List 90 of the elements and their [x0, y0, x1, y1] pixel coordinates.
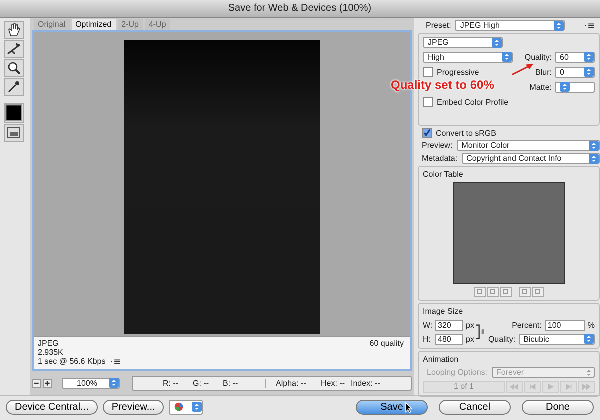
file-size-text: 2.935K: [38, 348, 64, 357]
stepper-icon: [589, 140, 599, 150]
stepper-icon: [584, 67, 594, 77]
blur-field[interactable]: 0: [555, 66, 595, 78]
readout-text: R: --: [163, 378, 180, 388]
playback-icon: [563, 383, 574, 391]
percent-field[interactable]: 100: [544, 320, 585, 330]
resample-select[interactable]: Bicubic: [518, 334, 595, 344]
group-title: Color Table: [423, 170, 464, 179]
dialog-button[interactable]: Done: [522, 400, 594, 414]
table-tool-icon[interactable]: [519, 287, 531, 297]
readout-text: Hex: --: [321, 378, 346, 388]
playback-icon: [509, 383, 520, 391]
group-title: Image Size: [423, 307, 464, 316]
browser-icon: [174, 402, 184, 412]
readout-text: G: --: [193, 378, 210, 388]
looping-label: Looping Options:: [427, 368, 488, 377]
zoom-in-button[interactable]: [43, 378, 52, 388]
preset-select[interactable]: JPEG High: [455, 20, 566, 31]
format-select[interactable]: JPEG: [423, 37, 503, 48]
percent-unit: %: [588, 320, 595, 330]
option-label: Progressive: [437, 68, 480, 76]
table-tool-icon[interactable]: [474, 287, 486, 297]
matte-label: Matte:: [528, 82, 552, 92]
plus-icon: [44, 380, 51, 386]
metadata-select[interactable]: Copyright and Contact Info: [462, 153, 600, 164]
download-time-text: 1 sec @ 56.6 Kbps: [38, 357, 106, 366]
option-label: Convert to sRGB: [436, 128, 496, 138]
height-label: H:: [423, 334, 432, 344]
height-field[interactable]: 480: [435, 334, 463, 344]
resample-label: Quality:: [488, 334, 516, 344]
checkbox[interactable]: [422, 128, 432, 138]
stepper-icon: [589, 154, 599, 164]
readout-text: Alpha: --: [265, 378, 321, 388]
dialog-button[interactable]: Preview...: [102, 400, 164, 414]
group-title: Animation: [423, 355, 460, 364]
zoom-icon[interactable]: [4, 59, 24, 77]
readout-text: Index: --: [351, 378, 381, 388]
quality-label: Quality:: [524, 52, 552, 62]
browser-select[interactable]: [169, 400, 204, 414]
dialog-button[interactable]: Device Central...: [6, 400, 98, 414]
checkbox[interactable]: [423, 67, 433, 77]
zoom-out-button[interactable]: [32, 378, 41, 388]
toggle-slices-icon[interactable]: [4, 124, 24, 142]
preview-select[interactable]: Monitor Color: [456, 140, 600, 151]
unit-label: px: [466, 334, 474, 344]
stepper-icon: [554, 20, 564, 30]
playback-icon: [527, 383, 538, 391]
stepper-icon: [192, 402, 202, 412]
frame-counter: 1 of 1: [423, 381, 505, 393]
blur-label: Blur:: [534, 68, 552, 76]
table-tool-icon[interactable]: [532, 287, 544, 297]
preset-label: Preset:: [426, 21, 452, 30]
table-tool-icon[interactable]: [500, 287, 512, 297]
width-field[interactable]: 320: [435, 320, 463, 330]
slice-select-icon[interactable]: [4, 40, 24, 58]
hand-icon[interactable]: [4, 21, 24, 39]
dialog-button[interactable]: Cancel: [439, 400, 511, 414]
table-tool-icon[interactable]: [487, 287, 499, 297]
width-label: W:: [423, 320, 432, 330]
unit-label: px: [466, 320, 474, 330]
quality-text: 60 quality: [370, 339, 404, 350]
playback-icon: [581, 383, 592, 391]
checkbox[interactable]: [423, 97, 433, 107]
compression-select[interactable]: High: [423, 52, 513, 62]
stepper-icon: [492, 38, 502, 48]
window-title: Save for Web & Devices (100%): [0, 0, 600, 18]
stepper-icon: [502, 52, 512, 62]
format-text: JPEG: [38, 339, 60, 348]
annotation-text: Quality set to 60%: [391, 78, 494, 92]
menu-icon[interactable]: [110, 358, 120, 364]
stepper-icon: [584, 334, 594, 344]
zoom-select[interactable]: 100%: [62, 378, 120, 388]
metadata-label: Metadata:: [422, 154, 458, 163]
quality-field[interactable]: 60: [555, 52, 595, 62]
readout-text: B: --: [223, 378, 240, 388]
cursor-icon: [405, 402, 413, 414]
preview-label: Preview:: [422, 141, 453, 150]
stepper-icon: [584, 52, 594, 62]
view-tab[interactable]: Optimized: [72, 19, 116, 30]
stepper-icon: [560, 82, 570, 92]
dialog-button[interactable]: Save: [356, 400, 428, 414]
percent-label: Percent:: [512, 320, 542, 330]
playback-icon: [545, 383, 556, 391]
stepper-icon: [109, 378, 119, 388]
option-label: Embed Color Profile: [437, 98, 509, 106]
matte-field[interactable]: [555, 82, 595, 92]
color-swatch-icon[interactable]: [4, 103, 24, 123]
eyedropper-icon[interactable]: [4, 78, 24, 96]
menu-icon[interactable]: [585, 22, 594, 28]
